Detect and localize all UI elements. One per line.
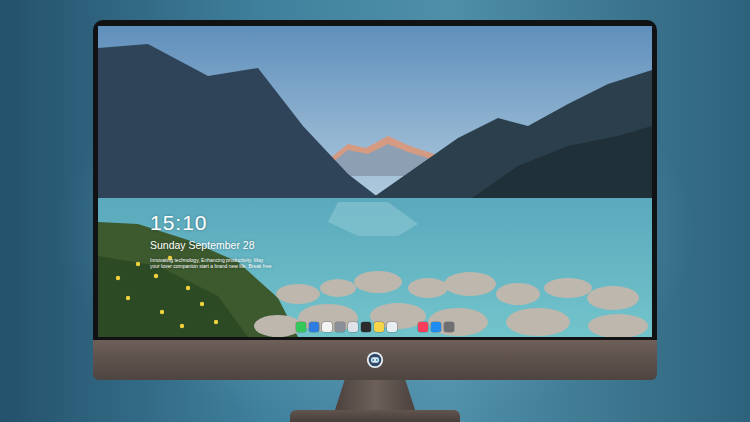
- clock-time: 15:10: [150, 212, 271, 233]
- dock-app-icon[interactable]: [418, 322, 428, 332]
- clock-date: Sunday September 28: [150, 239, 271, 252]
- lock-clock: 15:10 Sunday September 28 Innovating techn…: [150, 212, 271, 270]
- lock-screen[interactable]: 15:10 Sunday September 28 Innovating techn…: [98, 26, 652, 337]
- robot-logo-icon: [366, 351, 384, 369]
- dock-app-icon[interactable]: [309, 322, 319, 332]
- monitor: 15:10 Sunday September 28 Innovating techn…: [93, 20, 657, 380]
- monitor-stand-base: [290, 410, 460, 422]
- monitor-bezel: 15:10 Sunday September 28 Innovating techn…: [93, 20, 657, 340]
- tagline: Innovating technology, Enhancing product…: [150, 257, 271, 270]
- dock-app-icon[interactable]: [335, 322, 345, 332]
- dock-app-icon[interactable]: [374, 322, 384, 332]
- dock-app-icon[interactable]: [296, 322, 306, 332]
- dock-app-icon[interactable]: [444, 322, 454, 332]
- dock: [98, 322, 652, 332]
- dock-app-icon[interactable]: [322, 322, 332, 332]
- monitor-stand-neck: [335, 380, 415, 410]
- dock-app-icon[interactable]: [348, 322, 358, 332]
- lake-wallpaper: [98, 26, 652, 337]
- tagline-line: your lover companion start a brand new l…: [150, 263, 271, 270]
- dock-app-icon[interactable]: [387, 322, 397, 332]
- dock-app-icon[interactable]: [361, 322, 371, 332]
- desktop-background: 15:10 Sunday September 28 Innovating techn…: [0, 0, 750, 422]
- dock-app-icon[interactable]: [431, 322, 441, 332]
- monitor-chin: [93, 340, 657, 380]
- tagline-line: Innovating technology, Enhancing product…: [150, 257, 271, 264]
